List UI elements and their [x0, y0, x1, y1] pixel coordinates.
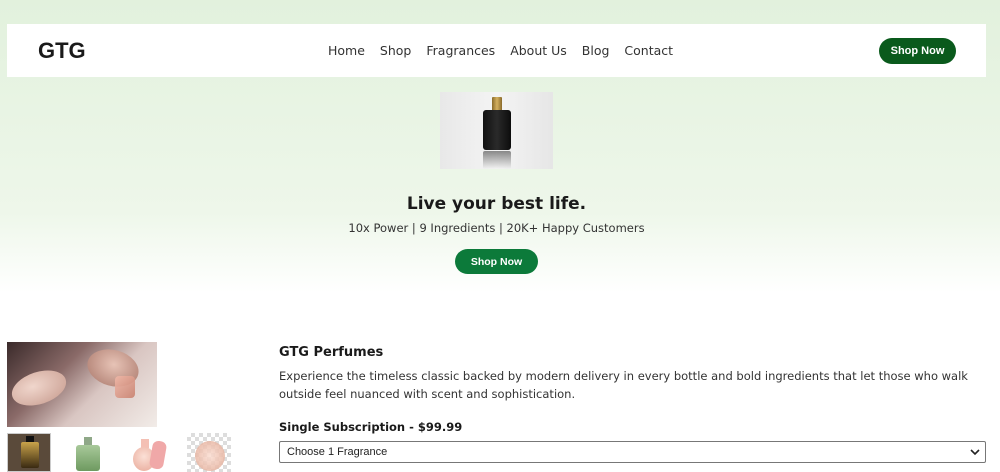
hero-perfume-image: [440, 92, 553, 169]
nav-link-home[interactable]: Home: [328, 43, 365, 58]
hero-subtitle: 10x Power | 9 Ingredients | 20K+ Happy C…: [348, 221, 645, 235]
hero-shop-now-button[interactable]: Shop Now: [455, 249, 538, 274]
product-thumbnail[interactable]: [7, 433, 51, 472]
nav-link-blog[interactable]: Blog: [582, 43, 610, 58]
subscription-price-label: Single Subscription - $99.99: [279, 420, 463, 434]
nav-link-about-us[interactable]: About Us: [510, 43, 567, 58]
nav-links: Home Shop Fragrances About Us Blog Conta…: [328, 43, 688, 58]
perfume-bottle-shape: [115, 376, 135, 398]
nav-link-fragrances[interactable]: Fragrances: [426, 43, 495, 58]
chevron-down-icon: [970, 449, 980, 456]
product-thumbnail[interactable]: [67, 433, 111, 472]
fragrance-select[interactable]: Choose 1 Fragrance: [279, 441, 986, 463]
bottle-cap: [492, 97, 502, 111]
product-description: Experience the timeless classic backed b…: [279, 369, 968, 401]
product-thumbnail[interactable]: [127, 433, 171, 472]
product-thumbnail[interactable]: [187, 433, 231, 472]
hero-title: Live your best life.: [406, 194, 587, 214]
fragrance-select-value: Choose 1 Fragrance: [287, 446, 388, 458]
top-navbar: GTG Home Shop Fragrances About Us Blog C…: [7, 24, 986, 77]
nav-link-shop[interactable]: Shop: [380, 43, 411, 58]
product-title: GTG Perfumes: [279, 345, 384, 360]
bottle-body: [483, 110, 511, 150]
hand-shape: [7, 364, 71, 412]
product-main-image: [7, 342, 157, 427]
brand-logo[interactable]: GTG: [38, 38, 86, 64]
nav-shop-now-button[interactable]: Shop Now: [879, 38, 956, 64]
product-thumbnails: [7, 433, 231, 472]
bottle-reflection: [483, 151, 511, 169]
nav-link-contact[interactable]: Contact: [624, 43, 673, 58]
